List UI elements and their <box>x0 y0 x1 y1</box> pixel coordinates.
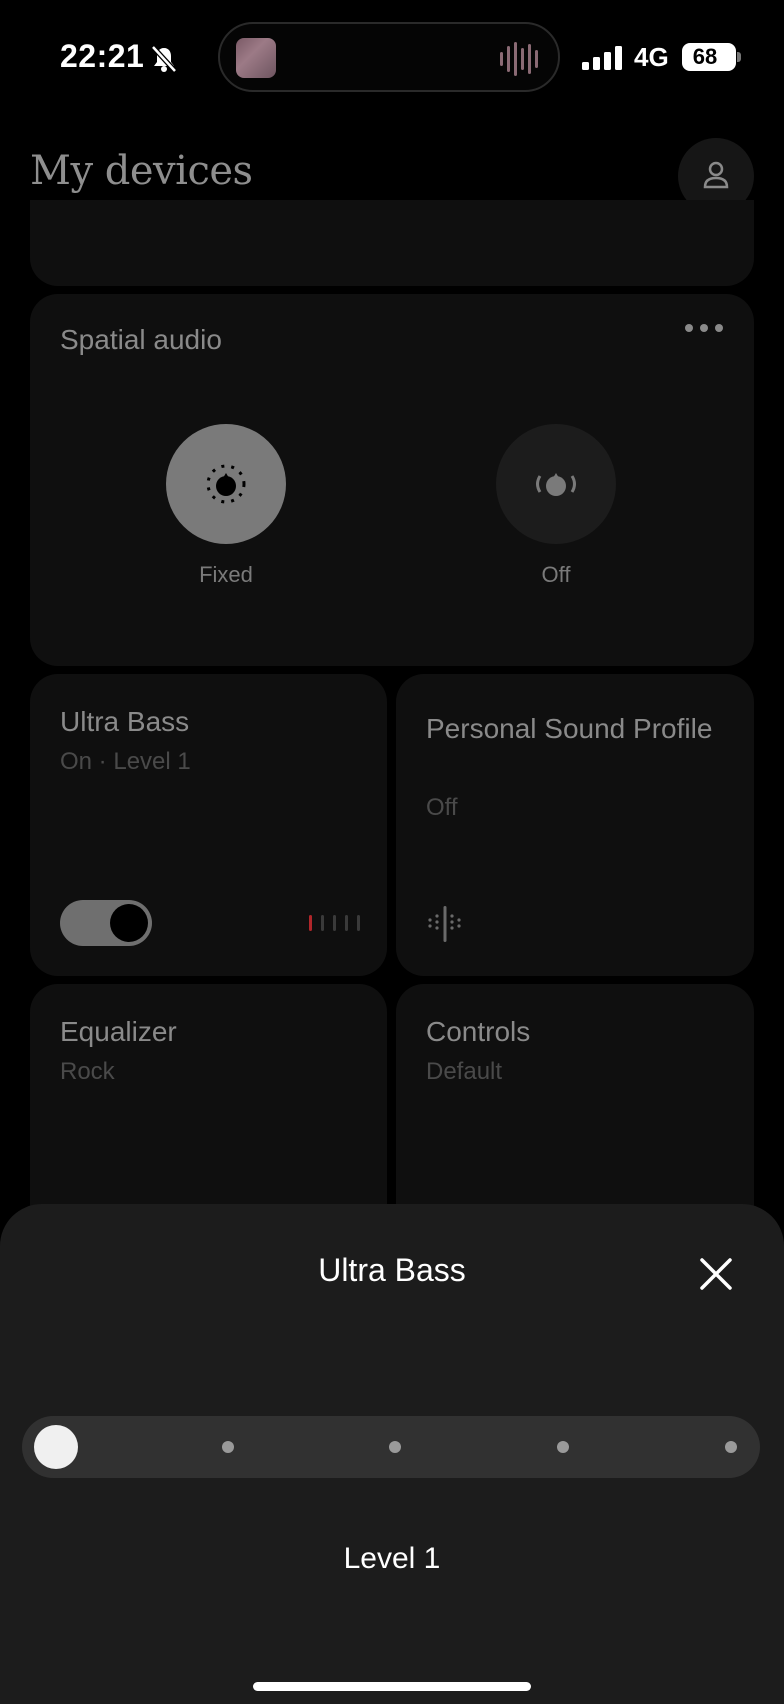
slider-step-5[interactable] <box>725 1441 737 1453</box>
slider-knob[interactable] <box>34 1425 78 1469</box>
now-playing-artwork <box>236 38 276 78</box>
personal-sound-profile-tile[interactable]: Personal Sound Profile Off <box>396 674 754 976</box>
ultra-bass-sheet: Ultra Bass Level 1 <box>0 1204 784 1704</box>
spatial-option-fixed[interactable] <box>166 424 286 544</box>
device-card-partial <box>30 200 754 286</box>
ultra-bass-tile[interactable]: Ultra Bass On · Level 1 <box>30 674 387 976</box>
page-title: My devices <box>30 148 253 194</box>
controls-title: Controls <box>426 1016 531 1047</box>
status-bar: 22:21 4G 68 <box>0 0 784 115</box>
person-icon <box>703 161 729 189</box>
spatial-audio-card: Spatial audio Fixed Off <box>30 294 754 666</box>
battery-tip <box>737 52 741 62</box>
status-time: 22:21 <box>60 38 145 74</box>
bell-off-icon <box>151 45 177 73</box>
dynamic-island[interactable] <box>218 22 560 92</box>
spatial-option-off-label: Off <box>541 562 571 587</box>
cellular-signal-icon <box>582 46 622 70</box>
equalizer-title: Equalizer <box>60 1016 177 1047</box>
spatial-option-off[interactable] <box>496 424 616 544</box>
ultra-bass-title: Ultra Bass <box>60 706 190 737</box>
home-indicator[interactable] <box>253 1682 531 1691</box>
equalizer-subtitle: Rock <box>60 1058 115 1085</box>
battery-level: 68 <box>692 44 718 69</box>
ultra-bass-toggle[interactable] <box>60 900 152 946</box>
sheet-title: Ultra Bass <box>318 1252 466 1288</box>
network-type: 4G <box>634 42 669 72</box>
sound-profile-icon <box>428 906 461 942</box>
audio-waveform-icon <box>500 42 538 76</box>
personal-sound-subtitle: Off <box>426 794 458 821</box>
toggle-knob <box>110 904 148 942</box>
close-icon[interactable] <box>696 1254 736 1294</box>
level-label: Level 1 <box>343 1542 441 1575</box>
spatial-audio-title: Spatial audio <box>60 324 222 355</box>
slider-step-4[interactable] <box>557 1441 569 1453</box>
slider-step-2[interactable] <box>222 1441 234 1453</box>
spatial-off-icon <box>536 473 576 496</box>
slider-step-3[interactable] <box>389 1441 401 1453</box>
bass-level-meter-icon <box>309 915 360 931</box>
bass-level-slider[interactable] <box>22 1416 760 1478</box>
personal-sound-title: Personal Sound Profile <box>426 713 713 744</box>
controls-subtitle: Default <box>426 1058 503 1085</box>
more-options-icon[interactable] <box>684 322 724 334</box>
ultra-bass-subtitle: On · Level 1 <box>60 748 191 775</box>
spatial-option-fixed-label: Fixed <box>199 562 253 587</box>
battery-icon: 68 <box>682 43 736 71</box>
spatial-fixed-icon <box>206 464 246 504</box>
